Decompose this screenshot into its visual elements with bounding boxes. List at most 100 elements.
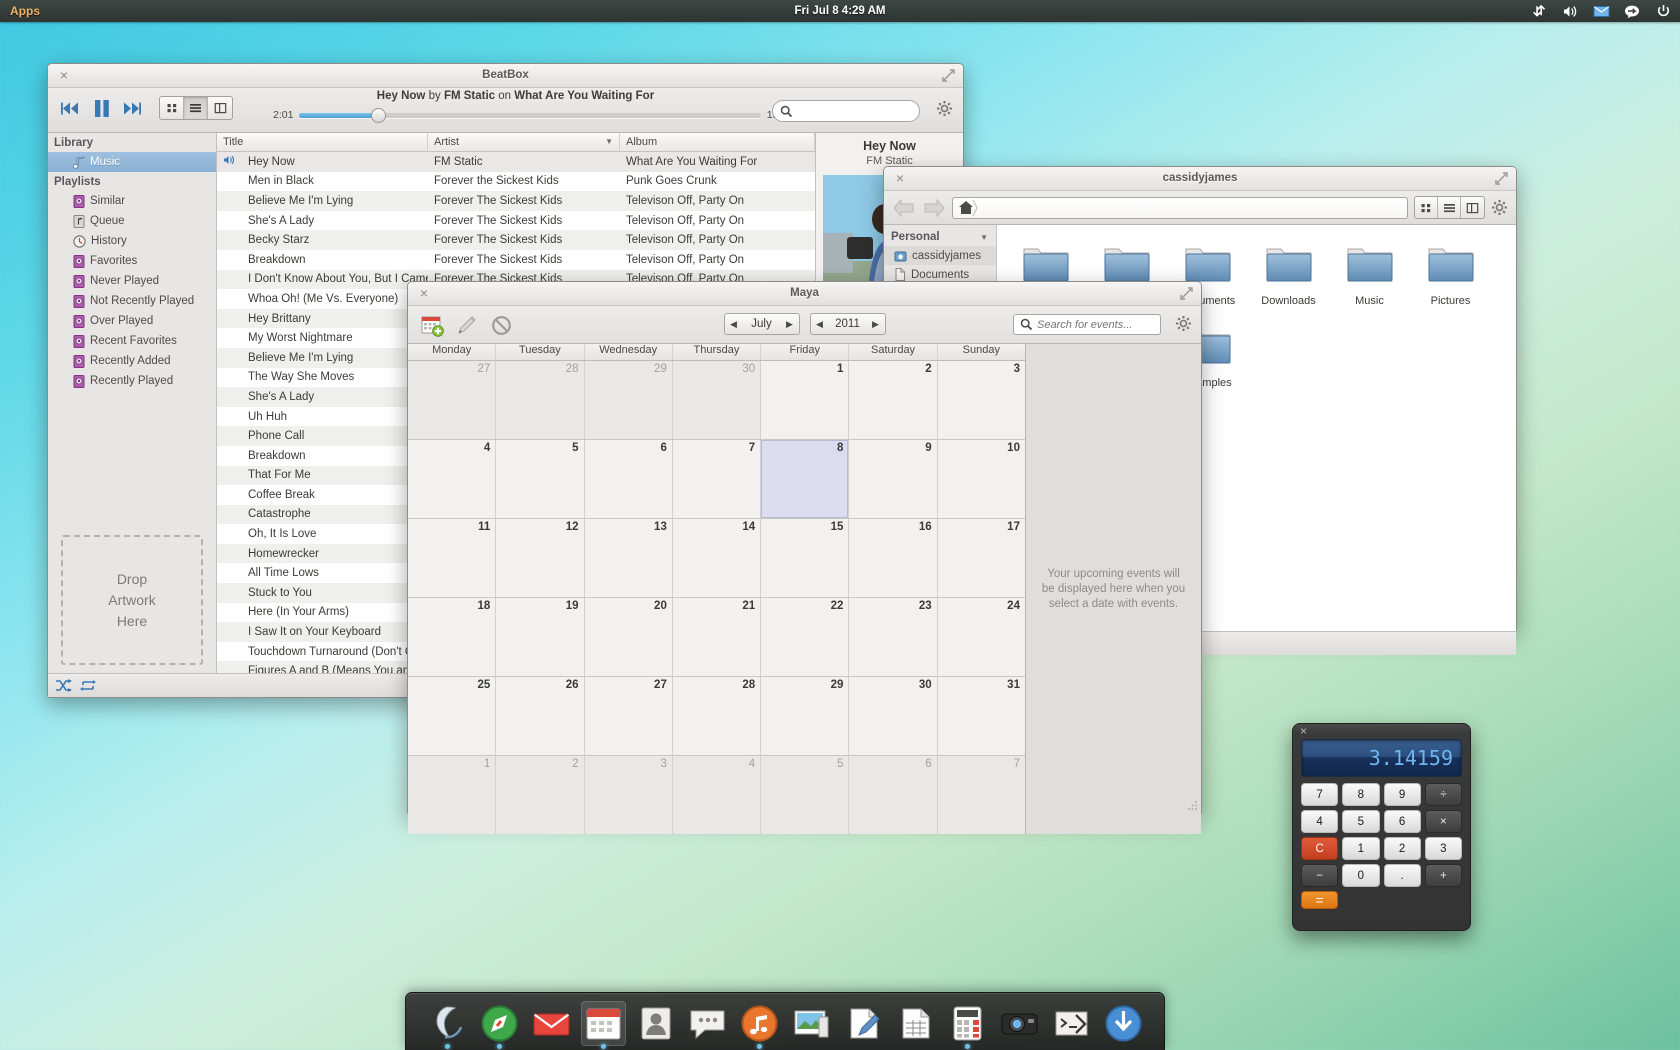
dock-item-calendar[interactable] [580, 1001, 626, 1049]
sidebar-item-cassidyjames[interactable]: cassidyjames [884, 246, 996, 265]
calc-key-9[interactable]: 9 [1383, 783, 1421, 806]
chat-icon[interactable] [1624, 3, 1641, 20]
seek-slider[interactable] [299, 107, 761, 123]
calc-key-C[interactable]: C [1301, 837, 1339, 860]
gear-icon[interactable] [1175, 315, 1192, 332]
forward-icon[interactable] [922, 198, 946, 218]
calendar-day-cell[interactable]: 26 [496, 677, 585, 755]
column-view-button[interactable] [208, 97, 232, 119]
prev-year-icon[interactable]: ◀ [811, 319, 829, 330]
calendar-day-cell[interactable]: 10 [937, 440, 1025, 518]
calendar-day-cell[interactable]: 19 [496, 598, 585, 676]
calc-key-÷[interactable]: ÷ [1424, 783, 1462, 806]
calendar-day-cell[interactable]: 1 [408, 756, 497, 834]
calendar-day-cell[interactable]: 6 [849, 756, 938, 834]
calc-key-3[interactable]: 3 [1424, 837, 1462, 860]
maximize-icon[interactable] [1180, 287, 1193, 300]
calendar-day-cell[interactable]: 30 [849, 677, 938, 755]
calendar-day-cell[interactable]: 24 [937, 598, 1025, 676]
list-item[interactable]: Downloads [1248, 239, 1329, 321]
calendar-day-cell[interactable]: 20 [584, 598, 673, 676]
sidebar-item-queue[interactable]: Queue [48, 211, 216, 231]
beatbox-titlebar[interactable]: × BeatBox [48, 64, 963, 88]
dock-item-contacts[interactable] [633, 1001, 678, 1046]
next-year-icon[interactable]: ▶ [867, 319, 885, 330]
calendar-day-cell[interactable]: 14 [672, 519, 762, 597]
calendar-day-cell[interactable]: 7 [672, 440, 762, 518]
sidebar-item-never-played[interactable]: Never Played [48, 271, 216, 291]
calc-key-0[interactable]: 0 [1342, 864, 1380, 887]
dock-item-spreadsheet[interactable] [893, 1001, 938, 1046]
sidebar-item-over-played[interactable]: Over Played [48, 311, 216, 331]
table-row[interactable]: Breakdown Forever The Sickest Kids Telev… [217, 250, 815, 270]
column-header-title[interactable]: Title [217, 133, 428, 151]
maximize-icon[interactable] [1495, 172, 1508, 185]
table-row[interactable]: She's A Lady Forever The Sickest Kids Te… [217, 211, 815, 231]
calendar-day-cell[interactable]: 21 [672, 598, 762, 676]
sidebar-item-recently-added[interactable]: Recently Added [48, 351, 216, 371]
calc-key-×[interactable]: × [1424, 810, 1462, 833]
calc-key-+[interactable]: + [1424, 864, 1462, 887]
path-breadcrumb[interactable] [952, 196, 1408, 219]
gear-icon[interactable] [1491, 199, 1508, 216]
calendar-day-cell[interactable]: 3 [584, 756, 673, 834]
previous-button[interactable] [58, 95, 84, 121]
list-view-button[interactable] [1438, 197, 1461, 218]
calendar-day-cell[interactable]: 7 [937, 756, 1025, 834]
calendar-day-cell[interactable]: 6 [584, 440, 673, 518]
calendar-day-cell[interactable]: 12 [496, 519, 585, 597]
calendar-day-cell[interactable]: 1 [761, 361, 850, 439]
calendar-day-cell[interactable]: 5 [761, 756, 850, 834]
beatbox-search-input[interactable] [772, 100, 920, 122]
sidebar-item-not-recently-played[interactable]: Not Recently Played [48, 291, 216, 311]
calc-key-4[interactable]: 4 [1301, 810, 1339, 833]
calc-key-2[interactable]: 2 [1383, 837, 1421, 860]
grid-view-button[interactable] [1415, 197, 1438, 218]
calendar-day-cell[interactable]: 30 [672, 361, 762, 439]
resize-handle[interactable] [1187, 800, 1198, 811]
calendar-day-cell[interactable]: 31 [937, 677, 1025, 755]
mail-icon[interactable] [1593, 3, 1610, 20]
calendar-day-cell[interactable]: 27 [584, 677, 673, 755]
calendar-day-cell[interactable]: 29 [584, 361, 673, 439]
table-row[interactable]: Men in Black Forever the Sickest Kids Pu… [217, 172, 815, 192]
grid-view-button[interactable] [160, 97, 184, 119]
calc-key-=[interactable]: = [1301, 891, 1339, 909]
dock-item-files[interactable] [425, 1001, 470, 1049]
home-icon[interactable] [957, 199, 979, 217]
calc-key-5[interactable]: 5 [1342, 810, 1380, 833]
calc-key-6[interactable]: 6 [1383, 810, 1421, 833]
calendar-day-cell[interactable]: 28 [672, 677, 762, 755]
table-row[interactable]: Becky Starz Forever The Sickest Kids Tel… [217, 230, 815, 250]
maya-search-field[interactable] [1013, 314, 1161, 335]
calc-key-−[interactable]: − [1301, 864, 1339, 887]
chevron-down-icon[interactable]: ▼ [980, 233, 988, 242]
dock-item-mail[interactable] [529, 1001, 574, 1046]
sidebar-item-similar[interactable]: Similar [48, 191, 216, 211]
seek-handle[interactable] [370, 107, 386, 123]
pause-button[interactable] [89, 95, 115, 121]
calendar-day-cell[interactable]: 4 [408, 440, 497, 518]
column-view-button[interactable] [1461, 197, 1484, 218]
power-icon[interactable] [1655, 3, 1672, 20]
network-icon[interactable] [1531, 3, 1548, 20]
calendar-day-cell[interactable]: 22 [761, 598, 850, 676]
calendar-day-cell[interactable]: 8 [761, 440, 850, 518]
table-row[interactable]: Hey Now FM Static What Are You Waiting F… [217, 152, 815, 172]
gear-icon[interactable] [936, 100, 953, 117]
dock-item-camera[interactable] [997, 1001, 1042, 1046]
next-button[interactable] [120, 95, 146, 121]
calendar-grid[interactable]: 27 28 29 30 1 2 3 4 5 6 7 8 9 10 11 12 13 14 15 16 17 18 19 20 2… [408, 361, 1025, 834]
drop-artwork-area[interactable]: Drop Artwork Here [61, 535, 203, 665]
repeat-icon[interactable] [80, 679, 96, 692]
table-row[interactable]: Believe Me I'm Lying Forever The Sickest… [217, 191, 815, 211]
files-titlebar[interactable]: × cassidyjames [884, 167, 1516, 191]
calendar-day-cell[interactable]: 4 [672, 756, 762, 834]
calc-key-1[interactable]: 1 [1342, 837, 1380, 860]
column-header-artist[interactable]: Artist ▼ [428, 133, 620, 151]
calendar-day-cell[interactable]: 28 [496, 361, 585, 439]
list-item[interactable]: Music [1329, 239, 1410, 321]
calendar-day-cell[interactable]: 2 [496, 756, 585, 834]
dock-item-writer[interactable] [841, 1001, 886, 1046]
calendar-day-cell[interactable]: 23 [849, 598, 938, 676]
